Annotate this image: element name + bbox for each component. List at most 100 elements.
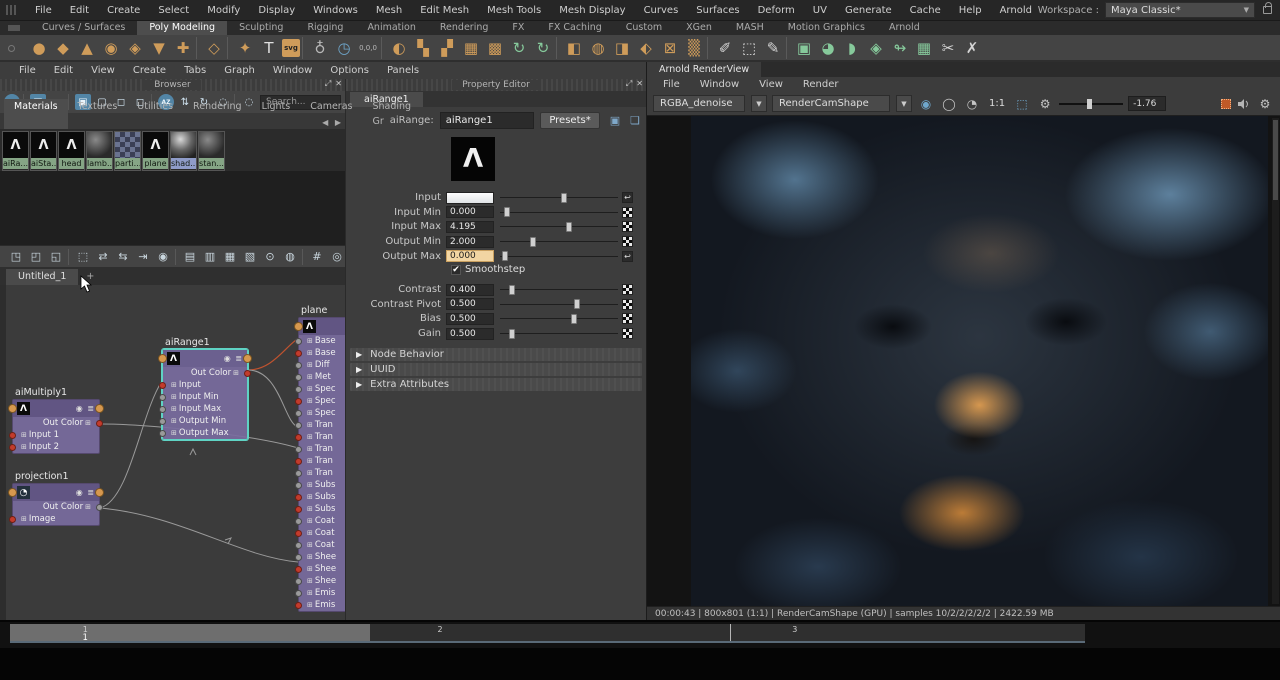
attribute-slider[interactable]	[500, 298, 618, 310]
shelf-tool-icon[interactable]	[707, 36, 712, 59]
node-port-icon[interactable]	[8, 404, 17, 413]
node-input-row[interactable]: ⊞ Tran	[295, 443, 345, 455]
shelf-tool-icon[interactable]	[556, 36, 561, 59]
playback-range[interactable]	[10, 624, 371, 641]
input-port-icon[interactable]	[295, 349, 302, 357]
node-input-row[interactable]: ⊞ Input	[159, 379, 247, 391]
node-input-row[interactable]: ⊞ Coat	[295, 515, 345, 527]
node-editor-tool-icon[interactable]: ▤	[182, 249, 198, 265]
float-icon[interactable]: ⤢	[325, 79, 331, 89]
shelf-tool-icon[interactable]	[196, 36, 201, 59]
presets-button[interactable]: Presets*	[540, 111, 600, 129]
smoothstep-checkbox[interactable]: ✔	[451, 264, 461, 275]
node-plane[interactable]: plane Λ ⊞ Base ⊞ Base ⊞ Diff ⊞ Met ⊞ Spe…	[294, 305, 345, 612]
input-port-icon[interactable]	[295, 481, 302, 489]
node-input-row[interactable]: ⊞ Tran	[295, 431, 345, 443]
shelf-tool-icon[interactable]: ▦	[460, 37, 482, 59]
menu-item[interactable]: Mesh	[367, 0, 411, 21]
node-editor-tool-icon[interactable]: ⬚	[75, 249, 91, 265]
shelf-tab[interactable]: FX	[500, 21, 536, 35]
shelf-tool-icon[interactable]: ✎	[762, 37, 784, 59]
menu-item[interactable]: Deform	[749, 0, 804, 21]
attribute-slider[interactable]	[500, 313, 618, 325]
input-port-icon[interactable]	[295, 421, 302, 429]
shelf-tab[interactable]: Custom	[614, 21, 674, 35]
shelf-tool-icon[interactable]: ◕	[817, 37, 839, 59]
node-header[interactable]: ◔ ◉ ≣	[8, 484, 104, 501]
menu-item[interactable]: Mesh Display	[550, 0, 634, 21]
node-input-row[interactable]: ⊞ Tran	[295, 419, 345, 431]
shelf-tool-icon[interactable]: ◐	[388, 37, 410, 59]
shelf-tool-icon[interactable]: ↻	[508, 37, 530, 59]
node-aimultiply1[interactable]: aiMultiply1 Λ ◉ ≣ Out Color ⊞ ⊞ Input 1 …	[8, 387, 104, 454]
input-port-icon[interactable]	[295, 457, 302, 465]
node-editor-tool-icon[interactable]: ▦	[222, 249, 238, 265]
node-input-row[interactable]: ⊞ Shee	[295, 563, 345, 575]
shelf-tool-icon[interactable]: ▣	[793, 37, 815, 59]
shelf-tab[interactable]: Curves / Surfaces	[30, 21, 137, 35]
node-port-icon[interactable]	[294, 322, 303, 331]
attribute-slider[interactable]	[500, 328, 618, 340]
input-port-icon[interactable]	[159, 381, 166, 389]
viewport-scrollbar[interactable]	[1272, 118, 1279, 604]
node-input-row[interactable]: ⊞ Shee	[295, 551, 345, 563]
input-port-icon[interactable]	[295, 385, 302, 393]
shelf-tab[interactable]: MASH	[724, 21, 776, 35]
node-port-icon[interactable]	[158, 354, 167, 363]
input-port-icon[interactable]	[295, 517, 302, 525]
node-header[interactable]: Λ	[294, 318, 345, 335]
hypershade-menu-item[interactable]: Tabs	[175, 62, 215, 79]
attribute-value-input[interactable]: 0.500	[446, 312, 494, 325]
time-slider[interactable]: 123 1	[10, 624, 1085, 643]
node-input-row[interactable]: ⊞ Met	[295, 371, 345, 383]
renderview-menu-item[interactable]: Window	[690, 77, 749, 92]
menu-item[interactable]: Edit	[61, 0, 98, 21]
node-port-icon[interactable]	[243, 354, 252, 363]
attribute-slider[interactable]	[500, 284, 618, 296]
node-input-row[interactable]: ⊞ Spec	[295, 395, 345, 407]
renderview-menu-item[interactable]: Render	[793, 77, 849, 92]
shelf-tab[interactable]: Rigging	[295, 21, 355, 35]
shelf-tool-icon[interactable]: ◈	[865, 37, 887, 59]
aov-dropdown-arrow-icon[interactable]: ▼	[751, 95, 767, 112]
input-port-icon[interactable]	[295, 553, 302, 561]
node-editor-tool-icon[interactable]: ▥	[202, 249, 218, 265]
node-input-row[interactable]: ⊞ Input Max	[159, 403, 247, 415]
node-output-row[interactable]: Out Color ⊞	[163, 367, 251, 379]
node-editor-tool-icon[interactable]: ⇥	[135, 249, 151, 265]
section-header[interactable]: ▶ Extra Attributes	[350, 378, 642, 392]
node-editor-tool-icon[interactable]: ◳	[8, 249, 24, 265]
shelf-tool-icon[interactable]: ▼	[148, 37, 170, 59]
input-port-icon[interactable]	[9, 515, 16, 523]
material-swatch[interactable]: parti...	[114, 131, 141, 171]
node-input-row[interactable]: ⊞ Shee	[295, 575, 345, 587]
shelf-tool-icon[interactable]: ◍	[587, 37, 609, 59]
node-port-icon[interactable]	[95, 488, 104, 497]
shelf-tool-icon[interactable]	[381, 36, 386, 59]
shelf-tab[interactable]: Sculpting	[227, 21, 295, 35]
material-swatch[interactable]: shad...	[170, 131, 197, 171]
time-cursor[interactable]	[730, 624, 732, 641]
node-editor-tool-icon[interactable]: ◎	[329, 249, 345, 265]
node-editor-tool-icon[interactable]: ⇄	[95, 249, 111, 265]
input-port-icon[interactable]	[295, 373, 302, 381]
node-input-row[interactable]: ⊞ Tran	[295, 467, 345, 479]
map-texture-icon[interactable]	[622, 250, 633, 262]
hypershade-menu-item[interactable]: Edit	[45, 62, 82, 79]
browser-tab[interactable]: Textures	[68, 99, 128, 129]
hypershade-menu-item[interactable]: Options	[321, 62, 378, 79]
color-wheel-icon[interactable]: ◔	[963, 95, 981, 113]
material-swatch[interactable]: Λ aiSta...	[30, 131, 57, 171]
renderview-settings-icon[interactable]: ⚙	[1256, 95, 1274, 113]
material-swatch[interactable]: lamb...	[86, 131, 113, 171]
node-editor-tool-icon[interactable]: ▧	[242, 249, 258, 265]
tab-scroll-arrows[interactable]: ◀ ▶	[322, 118, 343, 127]
attribute-value-input[interactable]: 0.000	[446, 250, 494, 263]
exposure-value-input[interactable]: -1.76	[1128, 96, 1167, 111]
material-swatch[interactable]: stan...	[198, 131, 225, 171]
node-projection1[interactable]: projection1 ◔ ◉ ≣ Out Color ⊞ ⊞ Image	[8, 471, 104, 526]
node-editor-tool-icon[interactable]: ⊙	[262, 249, 278, 265]
browser-tab[interactable]: Lights	[252, 99, 301, 129]
hypershade-menu-item[interactable]: Create	[124, 62, 175, 79]
node-input-row[interactable]: ⊞ Subs	[295, 491, 345, 503]
